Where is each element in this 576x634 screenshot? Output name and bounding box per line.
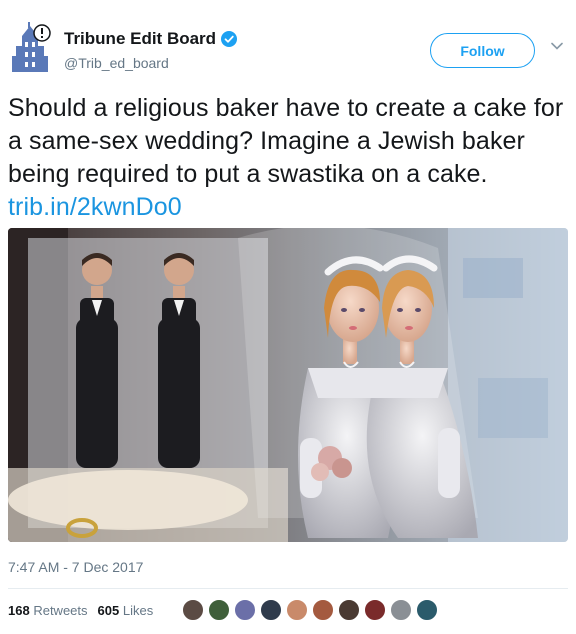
retweets-count: 168 [8,603,30,618]
liker-avatar[interactable] [415,598,439,622]
tribune-logo-icon[interactable] [8,22,52,76]
liker-avatar[interactable] [233,598,257,622]
account-handle[interactable]: @Trib_ed_board [64,55,169,71]
likes-stat[interactable]: 605 Likes [98,603,154,618]
tweet-photo[interactable] [8,228,568,542]
liker-avatar[interactable] [311,598,335,622]
chevron-down-icon[interactable] [551,40,563,52]
tweet-header: Tribune Edit Board @Trib_ed_board Follow [0,0,576,86]
follow-button[interactable]: Follow [430,33,535,68]
liker-avatar[interactable] [181,598,205,622]
photo-wedding-cake-toppers [8,228,568,542]
tweet-text: Should a religious baker have to create … [8,92,568,224]
verified-badge-icon [221,31,238,47]
liker-avatar[interactable] [207,598,231,622]
liker-avatar[interactable] [389,598,413,622]
liker-avatar[interactable] [337,598,361,622]
likes-count: 605 [97,603,120,618]
tweet-link[interactable]: trib.in/2kwnDo0 [8,193,182,221]
liker-avatar[interactable] [285,598,309,622]
liker-avatar[interactable] [259,598,283,622]
account-name-row[interactable]: Tribune Edit Board [64,29,238,49]
liker-avatars [181,598,441,622]
likes-label: Likes [122,603,154,618]
stats-divider [8,588,568,589]
liker-avatar[interactable] [363,598,387,622]
tweet-stats: 168 Retweets 605 Likes [8,603,163,618]
display-name[interactable]: Tribune Edit Board [64,29,216,49]
tweet-timestamp[interactable]: 7:47 AM - 7 Dec 2017 [8,559,143,575]
retweets-stat[interactable]: 168 Retweets [8,603,88,618]
tweet-body: Should a religious baker have to create … [8,94,564,188]
retweets-label: Retweets [33,603,88,618]
